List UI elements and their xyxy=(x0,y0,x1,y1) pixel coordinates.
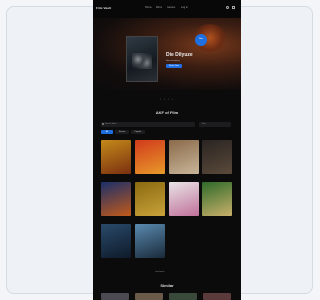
similar-thumb[interactable] xyxy=(135,293,163,300)
search-icon[interactable] xyxy=(226,6,229,9)
nav-item-genres[interactable]: Genres xyxy=(167,6,175,9)
tab-recent[interactable]: Recent xyxy=(115,130,129,134)
film-tile[interactable] xyxy=(135,224,165,258)
sort-select[interactable]: Sort xyxy=(199,122,231,127)
film-tile-label: Film title xyxy=(101,217,107,218)
tab-popular[interactable]: Popular xyxy=(131,130,145,134)
film-tile-label: Film title xyxy=(135,217,141,218)
film-tile-label: Film title xyxy=(135,175,141,176)
film-tile-label: Film title xyxy=(169,175,175,176)
nav-item-home[interactable]: Home xyxy=(145,6,152,9)
hero-subtitle: Now streaming xyxy=(166,60,180,62)
carousel-dots[interactable]: • • • • xyxy=(160,97,174,101)
menu-icon[interactable] xyxy=(232,6,235,9)
watch-now-button[interactable]: Watch Now xyxy=(166,64,182,68)
similar-thumb[interactable] xyxy=(169,293,197,300)
film-tile[interactable] xyxy=(202,182,232,216)
nav-item-login[interactable]: Log in xyxy=(181,6,188,9)
load-more-link[interactable]: Load more xyxy=(155,271,165,273)
film-tile-label: Film title xyxy=(101,175,107,176)
search-icon xyxy=(102,123,104,125)
film-tile[interactable] xyxy=(169,182,199,216)
site-logo[interactable]: Film Vault xyxy=(96,6,111,10)
similar-thumb[interactable] xyxy=(101,293,129,300)
film-tile[interactable] xyxy=(135,140,165,174)
section-title: AKF of Film xyxy=(155,110,179,115)
similar-section-title: Similar xyxy=(160,283,174,288)
film-tile-label: Film title xyxy=(202,217,208,218)
tab-all[interactable]: All xyxy=(101,130,113,134)
hero-badge: New xyxy=(195,34,207,46)
hero-title: Die Dilyuze xyxy=(166,52,193,58)
film-tile[interactable] xyxy=(101,140,131,174)
similar-thumb[interactable] xyxy=(203,293,231,300)
hero-poster[interactable] xyxy=(126,36,158,82)
film-tile[interactable] xyxy=(169,140,199,174)
search-input[interactable]: Search films... xyxy=(101,122,195,127)
film-tile[interactable] xyxy=(135,182,165,216)
nav-item-films[interactable]: Films xyxy=(156,6,162,9)
film-tile-label: Film title xyxy=(202,175,208,176)
top-nav: Film Vault Home Films Genres Log in xyxy=(93,0,241,18)
film-tile-label: Film title xyxy=(101,259,107,260)
film-tile[interactable] xyxy=(101,182,131,216)
film-tile-label: Film title xyxy=(135,259,141,260)
movie-site-screenshot: Film Vault Home Films Genres Log in New … xyxy=(93,0,241,300)
film-tile[interactable] xyxy=(202,140,232,174)
film-tile-label: Film title xyxy=(169,217,175,218)
film-tile[interactable] xyxy=(101,224,131,258)
